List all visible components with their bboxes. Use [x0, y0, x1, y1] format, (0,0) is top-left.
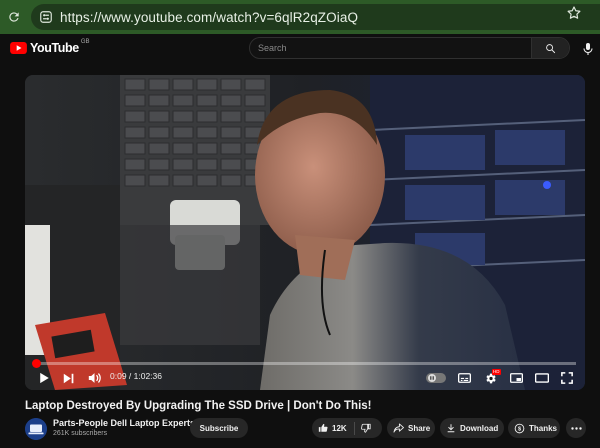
fullscreen-icon [561, 372, 573, 384]
fullscreen-button[interactable] [558, 369, 576, 387]
more-actions-button[interactable] [566, 418, 586, 438]
search-button[interactable] [531, 38, 569, 58]
channel-logo-icon [25, 418, 47, 440]
youtube-header: YouTube GB [0, 34, 600, 62]
search-box [249, 37, 570, 59]
star-icon[interactable] [566, 5, 582, 21]
site-info-icon[interactable] [38, 9, 54, 25]
next-icon [63, 373, 73, 383]
video-player[interactable]: 0:09 / 1:02:36 HD [25, 75, 585, 390]
share-icon [393, 423, 404, 433]
hd-badge: HD [492, 369, 501, 375]
channel-name[interactable]: Parts-People Dell Laptop Experts [53, 418, 195, 428]
share-label: Share [408, 423, 431, 433]
search-input[interactable] [258, 43, 538, 53]
thumbs-up-icon [318, 423, 328, 432]
voice-search-button[interactable] [582, 42, 594, 56]
svg-text:$: $ [518, 426, 521, 432]
download-icon [447, 424, 455, 433]
subscribe-button[interactable]: Subscribe [190, 418, 248, 438]
avatar[interactable] [25, 418, 47, 440]
download-label: Download [460, 423, 499, 433]
youtube-logo[interactable]: YouTube GB [10, 39, 90, 55]
progress-bar[interactable] [32, 359, 576, 368]
dislike-button[interactable] [355, 418, 371, 438]
share-button[interactable]: Share [387, 418, 435, 438]
like-count: 12K [332, 423, 347, 433]
subtitles-icon [457, 373, 471, 383]
youtube-play-icon [10, 42, 27, 54]
player-controls: 0:09 / 1:02:36 HD [25, 367, 585, 390]
subscribe-label: Subscribe [199, 423, 239, 433]
reload-button[interactable] [0, 0, 28, 34]
region-code: GB [80, 39, 90, 45]
thanks-label: Thanks [529, 423, 558, 433]
autoplay-toggle[interactable] [425, 371, 447, 385]
browser-toolbar: https://www.youtube.com/watch?v=6qlR2qZO… [0, 0, 600, 34]
volume-button[interactable] [85, 369, 103, 387]
miniplayer-button[interactable] [507, 369, 525, 387]
theater-mode-button[interactable] [533, 369, 551, 387]
search-icon [546, 43, 556, 53]
miniplayer-icon [509, 373, 523, 383]
like-button[interactable]: 12K [312, 418, 347, 438]
autoplay-toggle-icon [426, 373, 446, 383]
thanks-icon: $ [514, 423, 525, 433]
time-display: 0:09 / 1:02:36 [110, 371, 162, 381]
more-horizontal-icon [570, 426, 582, 430]
play-icon [39, 372, 49, 384]
url-text[interactable]: https://www.youtube.com/watch?v=6qlR2qZO… [60, 10, 358, 25]
video-frame[interactable] [25, 75, 585, 390]
like-dislike-group: 12K [312, 418, 382, 438]
logo-text: YouTube [30, 41, 79, 55]
next-button[interactable] [59, 369, 77, 387]
microphone-icon [583, 43, 593, 55]
reload-icon [9, 12, 19, 22]
settings-button[interactable]: HD [481, 369, 501, 387]
video-title: Laptop Destroyed By Upgrading The SSD Dr… [25, 400, 372, 412]
play-button[interactable] [35, 369, 53, 387]
thanks-button[interactable]: $ Thanks [508, 418, 560, 438]
thumbs-down-icon [360, 423, 371, 433]
subtitles-button[interactable] [455, 369, 473, 387]
address-bar[interactable]: https://www.youtube.com/watch?v=6qlR2qZO… [31, 4, 600, 30]
download-button[interactable]: Download [440, 418, 504, 438]
subscriber-count: 261K subscribers [53, 430, 108, 437]
theater-mode-icon [535, 373, 549, 383]
volume-icon [88, 373, 101, 383]
